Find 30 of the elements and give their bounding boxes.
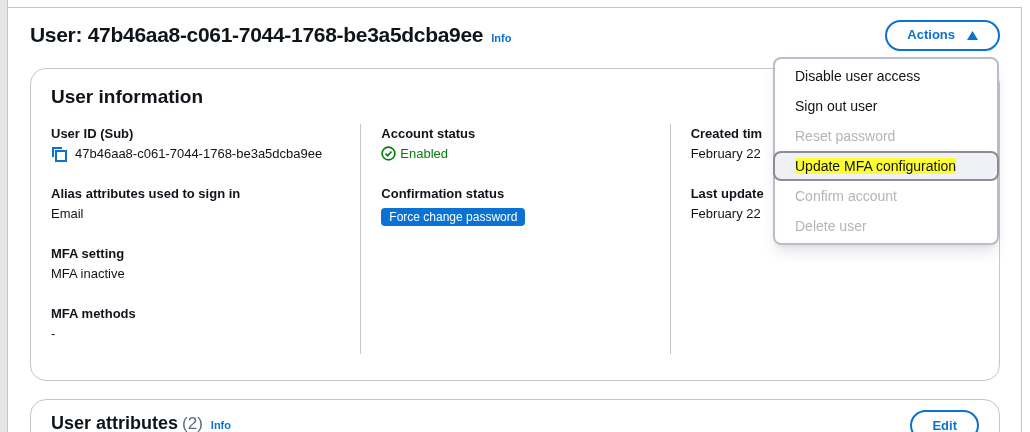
count-label: (2) — [182, 413, 203, 432]
section-title: User information — [51, 85, 204, 109]
actions-button[interactable]: Actions — [885, 19, 1000, 51]
field-value: - — [51, 324, 56, 343]
menu-item[interactable]: Disable user access — [775, 61, 997, 91]
field-label: Created tim — [690, 124, 763, 143]
field-label: Last update — [690, 184, 764, 203]
caret-icon — [967, 30, 978, 40]
field-label: User ID (Sub) — [51, 124, 134, 143]
page-title: User: 47b46aa8-c061-7044-1768-be3a5dcba9ee — [30, 22, 484, 49]
field-label: MFA methods — [51, 304, 136, 323]
field-label: Account status — [381, 124, 476, 143]
copy-icon[interactable] — [51, 145, 67, 162]
status-badge: Force change password — [381, 207, 526, 226]
section-title: User attributes — [51, 412, 179, 432]
field-value: 47b46aa8-c061-7044-1768-be3a5dcba9ee — [75, 144, 324, 163]
field-value: Email — [51, 204, 84, 223]
field-label: Confirmation status — [381, 184, 505, 203]
field-label: Alias attributes used to sign in — [51, 184, 241, 203]
status-text: Enabled — [400, 144, 449, 163]
menu-item[interactable]: Sign out user — [775, 91, 997, 121]
menu-item[interactable]: Update MFA configuration — [773, 151, 999, 181]
edit-button[interactable]: Edit — [910, 410, 979, 432]
field-value: February 22 — [690, 204, 761, 223]
field-value: February 22 — [690, 144, 761, 163]
info-link[interactable]: Info — [491, 30, 512, 47]
field-label: MFA setting — [51, 244, 125, 263]
field-value: MFA inactive — [51, 264, 125, 283]
info-link[interactable]: Info — [210, 417, 231, 432]
check-circle-icon — [381, 146, 397, 161]
